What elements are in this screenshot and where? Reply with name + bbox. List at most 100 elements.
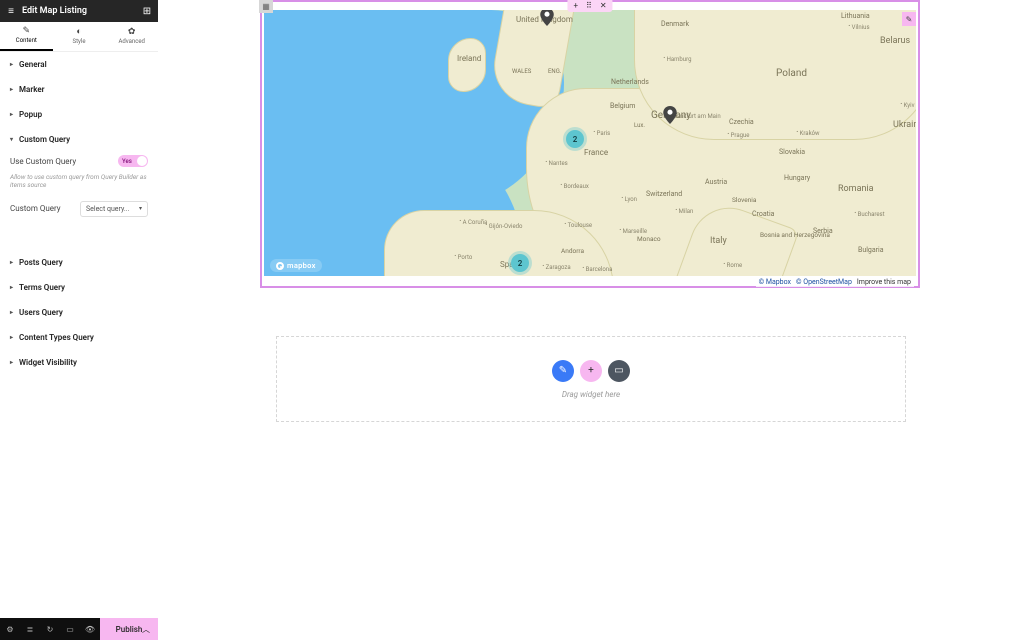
country-label: Denmark: [661, 20, 689, 28]
section-handle-icon[interactable]: ▦: [259, 0, 273, 13]
editor-sidebar: ≡ Edit Map Listing ⊞ ✎ Content ◐ Style ✿…: [0, 0, 158, 640]
edit-widget-icon[interactable]: ✎: [902, 12, 916, 26]
country-label: Slovakia: [779, 148, 805, 156]
city-label: Nantes: [545, 160, 568, 167]
panel-tabs: ✎ Content ◐ Style ✿ Advanced: [0, 22, 158, 52]
city-label: Prague: [727, 132, 749, 139]
section-custom-query-body: Use Custom Query Yes Allow to use custom…: [0, 152, 158, 230]
pencil-icon: ✎: [23, 27, 31, 36]
section-content-types-query[interactable]: ▸ Content Types Query: [0, 325, 158, 350]
section-label: Custom Query: [19, 135, 70, 144]
map-marker-icon[interactable]: [663, 106, 677, 124]
section-popup[interactable]: ▸ Popup: [0, 102, 158, 127]
chevron-right-icon: ▸: [10, 86, 13, 93]
country-label: Croatia: [752, 210, 774, 218]
dropzone-hint: Drag widget here: [562, 390, 620, 399]
section-label: Widget Visibility: [19, 358, 77, 367]
map-widget[interactable]: ▦ + ⠿ ✕ ✎ United: [260, 0, 920, 288]
country-label: Switzerland: [646, 190, 682, 198]
section-custom-query[interactable]: ▾Custom Query: [0, 127, 158, 152]
mapbox-wordmark[interactable]: mapbox: [270, 259, 322, 272]
section-widget-visibility[interactable]: ▸ Widget Visibility: [0, 350, 158, 375]
attrib-osm-link[interactable]: © OpenStreetMap: [796, 278, 852, 286]
country-label: Serbia: [813, 227, 833, 235]
empty-section-dropzone[interactable]: ✎ + ▭ Drag widget here: [276, 336, 906, 422]
section-general[interactable]: ▸ General: [0, 52, 158, 77]
drag-handle-icon[interactable]: ⠿: [586, 1, 592, 10]
map-cluster[interactable]: 2: [511, 254, 529, 272]
settings-icon[interactable]: ⚙: [0, 618, 20, 640]
navigator-icon[interactable]: ≣: [20, 618, 40, 640]
tab-style[interactable]: ◐ Style: [53, 22, 106, 51]
chevron-right-icon: ▸: [10, 309, 13, 316]
section-label: Content Types Query: [19, 333, 94, 342]
section-label: Marker: [19, 85, 45, 94]
country-label: Belarus: [880, 36, 910, 46]
preview-canvas: ▦ + ⠿ ✕ ✎ United: [158, 0, 1024, 640]
chevron-right-icon: ▸: [10, 111, 13, 118]
map-marker-icon[interactable]: [540, 10, 554, 26]
preview-icon[interactable]: 👁: [80, 618, 100, 640]
city-label: Marseille: [619, 228, 647, 235]
country-label: Czechia: [729, 118, 754, 126]
city-label: Barcelona: [582, 266, 612, 273]
city-label: Kraków: [796, 130, 820, 137]
add-template-button[interactable]: ✎: [552, 360, 574, 382]
section-label: General: [19, 60, 47, 69]
apps-icon[interactable]: ⊞: [136, 6, 158, 17]
country-label: Lithuania: [841, 12, 870, 20]
publish-button[interactable]: Publish ︿: [100, 618, 158, 640]
map-surface[interactable]: United Kingdom Ireland WALES ENG. France…: [264, 10, 916, 276]
toggle-text: Yes: [118, 158, 132, 165]
section-posts-query[interactable]: ▸ Posts Query: [0, 250, 158, 275]
country-label: Slovenia: [732, 196, 756, 204]
country-label: ENG.: [548, 68, 561, 75]
plus-icon: +: [588, 365, 594, 376]
add-widget-button[interactable]: +: [580, 360, 602, 382]
city-label: Gijón-Oviedo: [485, 223, 522, 230]
section-terms-query[interactable]: ▸Terms Query: [0, 275, 158, 300]
sidebar-topbar: ≡ Edit Map Listing ⊞: [0, 0, 158, 22]
custom-query-select[interactable]: Select query... ▾: [80, 201, 148, 217]
section-label: Users Query: [19, 308, 63, 317]
section-users-query[interactable]: ▸ Users Query: [0, 300, 158, 325]
chevron-right-icon: ▸: [10, 259, 13, 266]
add-section-button[interactable]: +: [573, 1, 578, 10]
chevron-right-icon: ▸: [10, 359, 13, 366]
select-value: Select query...: [86, 205, 129, 213]
sections-list: ▸General ▸Marker ▸Popup ▾Custom Query Us…: [0, 52, 158, 618]
folder-icon: ▭: [614, 365, 623, 376]
remove-section-button[interactable]: ✕: [600, 1, 607, 10]
history-icon[interactable]: ↻: [40, 618, 60, 640]
sidebar-bottombar: ⚙ ≣ ↻ ▭ 👁 Publish ︿: [0, 618, 158, 640]
country-label: France: [584, 148, 608, 157]
chevron-down-icon: ▾: [139, 205, 142, 212]
chevron-right-icon: ▸: [10, 334, 13, 341]
map-frame: ✎ United Kingdom Ireland WALES EN: [260, 0, 920, 288]
city-label: Milan: [675, 208, 693, 215]
tab-content[interactable]: ✎ Content: [0, 22, 53, 51]
responsive-icon[interactable]: ▭: [60, 618, 80, 640]
country-label: Netherlands: [611, 78, 649, 86]
menu-hamburger-icon[interactable]: ≡: [0, 6, 22, 17]
tab-advanced[interactable]: ✿ Advanced: [105, 22, 158, 51]
add-folder-button[interactable]: ▭: [608, 360, 630, 382]
country-label: Ireland: [457, 54, 481, 63]
tab-label: Style: [73, 38, 86, 45]
city-label: Rome: [723, 262, 742, 269]
country-label: Italy: [710, 236, 727, 246]
tab-label: Content: [16, 37, 37, 44]
mapbox-logo-icon: [276, 262, 284, 270]
section-marker[interactable]: ▸ Marker: [0, 77, 158, 102]
use-custom-query-toggle[interactable]: Yes: [118, 155, 148, 167]
attrib-mapbox-link[interactable]: © Mapbox: [759, 278, 791, 286]
map-cluster[interactable]: 2: [566, 130, 584, 148]
dropzone-buttons: ✎ + ▭: [552, 360, 630, 382]
chevron-right-icon: ▸: [10, 61, 13, 68]
attrib-improve-link[interactable]: Improve this map: [857, 278, 911, 286]
country-label: Romania: [838, 184, 874, 194]
section-label: Posts Query: [19, 258, 63, 267]
section-label: Popup: [19, 110, 42, 119]
country-label: Hungary: [784, 174, 810, 182]
country-label: Poland: [776, 68, 807, 79]
